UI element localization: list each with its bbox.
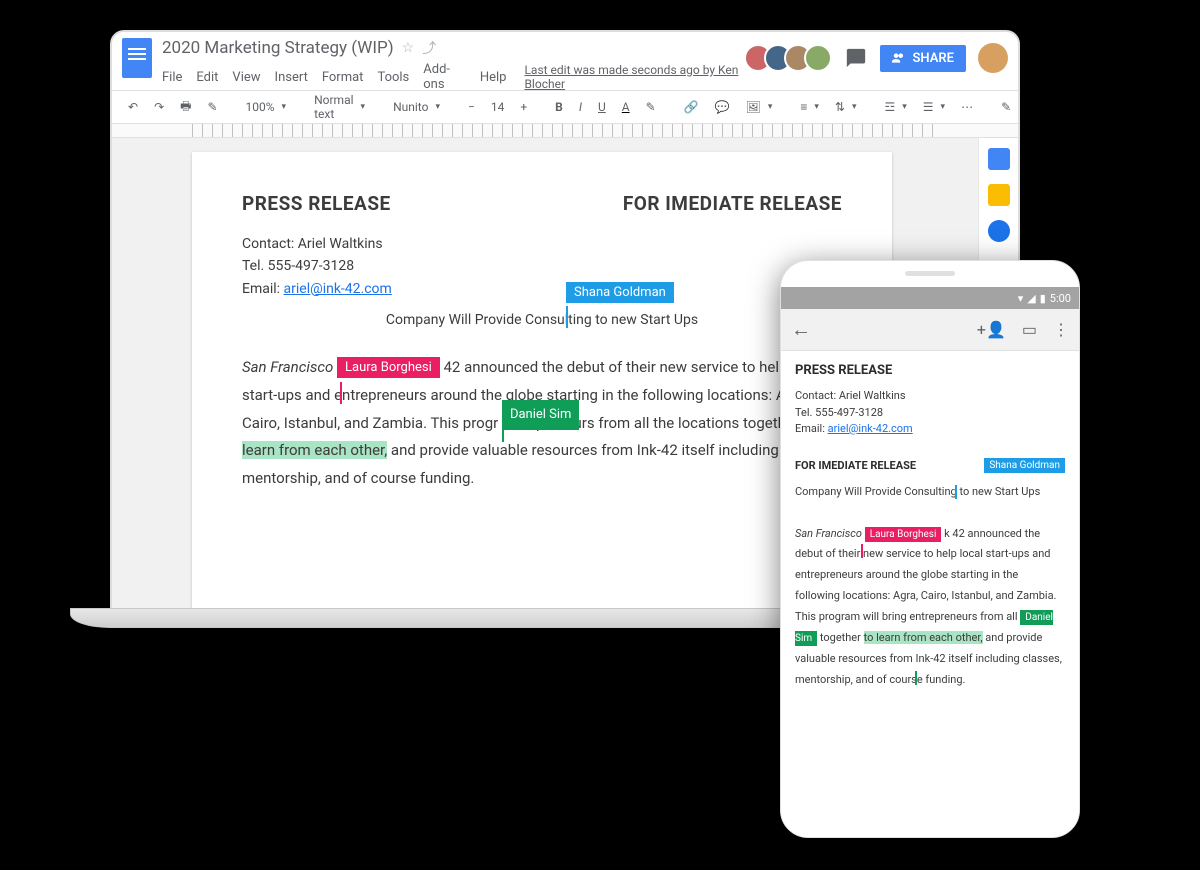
insert-comment-button[interactable]: 💬	[709, 96, 736, 118]
phone-title: PRESS RELEASE	[795, 363, 1065, 378]
move-folder-icon[interactable]: ⤴	[422, 38, 436, 58]
collaborator-avatars[interactable]	[752, 44, 832, 72]
collaborator-tag-daniel: Daniel Sim	[502, 400, 580, 430]
print-button[interactable]: 🖶	[174, 93, 197, 122]
underline-button[interactable]: U	[592, 96, 612, 118]
phone-email-label: Email:	[795, 422, 828, 435]
star-icon[interactable]: ☆	[402, 40, 415, 56]
battery-icon: ▮	[1040, 292, 1046, 305]
google-docs-icon[interactable]	[122, 38, 152, 78]
menu-file[interactable]: File	[162, 70, 182, 85]
overflow-menu-icon[interactable]: ⋮	[1053, 320, 1069, 339]
contact-name: Contact: Ariel Waltkins	[242, 233, 842, 255]
share-person-icon[interactable]: +👤	[977, 320, 1006, 339]
bulleted-list-button[interactable]: ☰	[917, 96, 951, 118]
subtitle-part-a: Company Will Provide Consulting	[386, 312, 592, 328]
contact-tel: Tel. 555-497-3128	[242, 255, 842, 277]
insert-link-button[interactable]: 🔗	[678, 96, 705, 118]
subtitle-part-b: to new Start Ups	[592, 312, 698, 328]
email-link[interactable]: ariel@ink-42.com	[284, 281, 392, 297]
menu-help[interactable]: Help	[480, 70, 507, 85]
avatar[interactable]	[804, 44, 832, 72]
phone-consulting-a: Company Will Provide Consulting	[795, 485, 957, 498]
line-spacing-button[interactable]: ⇅	[829, 96, 863, 118]
phone-body-city: San Francisco	[795, 527, 862, 540]
menu-edit[interactable]: Edit	[196, 70, 218, 85]
bold-button[interactable]: B	[549, 96, 569, 118]
text-color-button[interactable]: A	[616, 96, 636, 118]
highlight-color-button[interactable]: ✎	[640, 96, 662, 118]
more-button[interactable]: ⋯	[955, 96, 979, 118]
body-city: San Francisco	[242, 358, 333, 376]
paint-format-button[interactable]: ✎	[201, 96, 223, 118]
italic-button[interactable]: I	[573, 96, 588, 118]
font-size-increase[interactable]: +	[514, 96, 533, 118]
insert-image-button[interactable]: 🖼	[740, 96, 779, 118]
menu-addons[interactable]: Add-ons	[423, 62, 466, 92]
zoom-selector[interactable]: 100%	[240, 96, 293, 118]
phone-speaker	[905, 271, 955, 276]
comment-icon[interactable]: ▭	[1022, 320, 1037, 339]
font-selector[interactable]: Nunito	[387, 96, 446, 118]
calendar-icon[interactable]	[988, 148, 1010, 170]
redo-button[interactable]: ↷	[148, 96, 170, 118]
undo-button[interactable]: ↶	[122, 96, 144, 118]
phone-time: 5:00	[1050, 292, 1071, 305]
menu-tools[interactable]: Tools	[377, 70, 409, 85]
numbered-list-button[interactable]: ☲	[878, 96, 912, 118]
collaborator-cursor-daniel	[502, 420, 504, 442]
font-size-input[interactable]: 14	[485, 96, 511, 118]
align-button[interactable]: ≡	[794, 96, 825, 118]
font-size-decrease[interactable]: −	[462, 96, 481, 118]
phone-body-highlight: to learn from each other,	[864, 631, 983, 644]
menu-format[interactable]: Format	[322, 70, 364, 85]
phone-cursor-laura	[861, 544, 863, 558]
docs-header: 2020 Marketing Strategy (WIP) ☆ ⤴ File E…	[112, 32, 1018, 90]
phone-email-link[interactable]: ariel@ink-42.com	[828, 422, 913, 435]
editing-mode-button[interactable]: ✎	[995, 96, 1020, 118]
tasks-icon[interactable]	[988, 220, 1010, 242]
immediate-release-heading: FOR IMEDIATE RELEASE	[623, 192, 842, 215]
last-edit-status[interactable]: Last edit was made seconds ago by Ken Bl…	[524, 63, 752, 91]
phone-cursor-daniel	[915, 671, 917, 685]
press-release-heading: PRESS RELEASE	[242, 192, 391, 215]
wifi-icon: ▾	[1018, 292, 1024, 305]
format-toolbar: ↶ ↷ 🖶 ✎ 100% Normal text Nunito − 14 + B…	[112, 90, 1018, 124]
share-label: SHARE	[912, 51, 954, 66]
phone-contact-tel: Tel. 555-497-3128	[795, 405, 1065, 422]
collaborator-cursor-shana	[566, 306, 568, 328]
comments-button[interactable]	[840, 42, 872, 74]
profile-avatar[interactable]	[978, 43, 1008, 73]
phone-subtitle: FOR IMEDIATE RELEASE	[795, 459, 916, 472]
phone-app-bar: ← +👤 ▭ ⋮	[781, 309, 1079, 351]
phone-document[interactable]: PRESS RELEASE Contact: Ariel Waltkins Te…	[781, 351, 1079, 837]
collaborator-tag-laura: Laura Borghesi	[337, 357, 440, 378]
collaborator-tag-shana: Shana Goldman	[566, 282, 674, 303]
menu-bar: File Edit View Insert Format Tools Add-o…	[162, 62, 752, 92]
document-title[interactable]: 2020 Marketing Strategy (WIP)	[162, 38, 394, 58]
email-label: Email:	[242, 281, 284, 297]
style-selector[interactable]: Normal text	[308, 89, 371, 125]
signal-icon: ◢	[1027, 292, 1035, 305]
phone-consulting-b: to new Start Ups	[957, 485, 1041, 498]
horizontal-ruler[interactable]	[112, 124, 1018, 138]
menu-insert[interactable]: Insert	[275, 70, 308, 85]
phone-tag-shana: Shana Goldman	[984, 458, 1065, 473]
phone-status-bar: ▾ ◢ ▮ 5:00	[781, 287, 1079, 309]
phone-cursor-shana	[955, 485, 957, 499]
phone-tag-laura: Laura Borghesi	[865, 527, 942, 542]
back-button[interactable]: ←	[791, 317, 811, 342]
collaborator-cursor-laura	[340, 382, 342, 404]
body-highlight: learn from each other,	[242, 441, 387, 459]
phone-contact-name: Contact: Ariel Waltkins	[795, 388, 1065, 405]
keep-icon[interactable]	[988, 184, 1010, 206]
phone-device: ▾ ◢ ▮ 5:00 ← +👤 ▭ ⋮ PRESS RELEASE Contac…	[780, 260, 1080, 838]
menu-view[interactable]: View	[232, 70, 260, 85]
share-button[interactable]: SHARE	[880, 45, 966, 72]
phone-body-b: together	[820, 631, 864, 644]
